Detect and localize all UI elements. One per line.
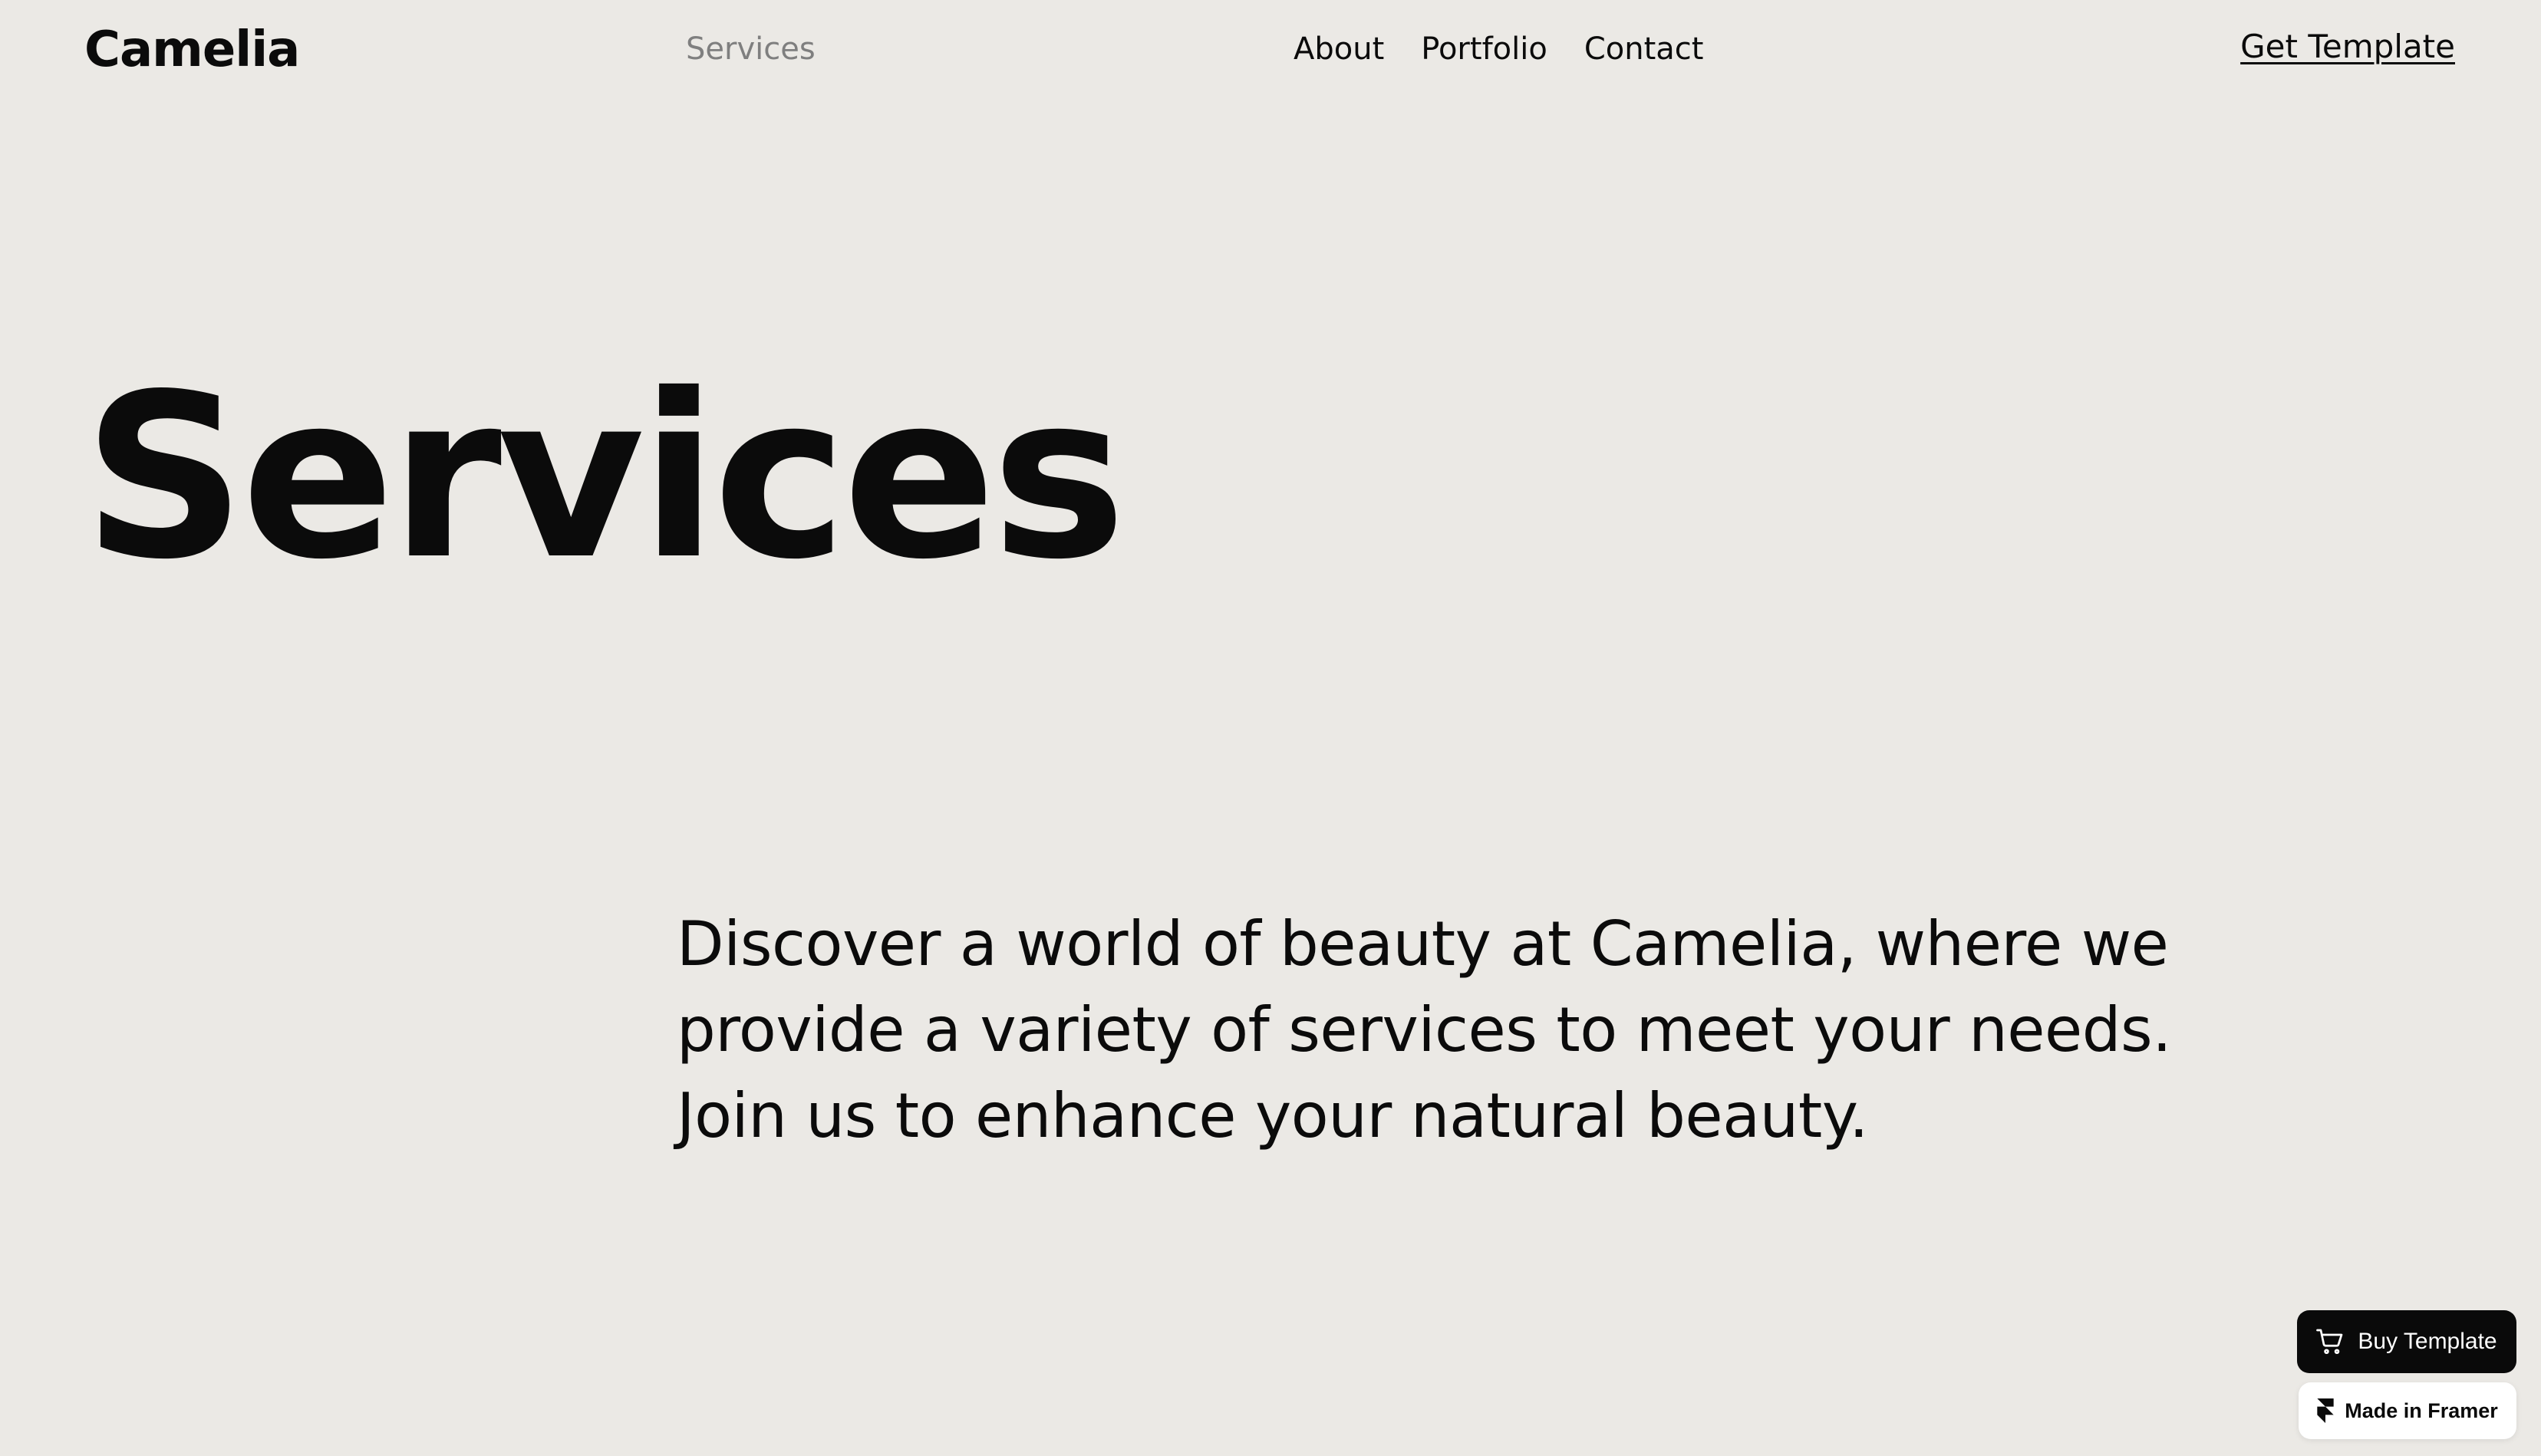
page: Camelia Services About Portfolio Contact… (0, 0, 2541, 1456)
made-in-framer-label: Made in Framer (2345, 1398, 2498, 1422)
nav-item-services[interactable]: Services (686, 31, 816, 68)
intro-paragraph: Discover a world of beauty at Camelia, w… (677, 908, 2172, 1151)
made-in-framer-badge[interactable]: Made in Framer (2299, 1382, 2516, 1439)
main-nav: About Portfolio Contact (1294, 31, 1703, 68)
nav-item-contact[interactable]: Contact (1584, 31, 1704, 68)
page-title: Services (83, 345, 1126, 609)
nav-item-about[interactable]: About (1294, 31, 1384, 68)
buy-template-button[interactable]: Buy Template (2297, 1310, 2516, 1373)
framer-logo-icon (2317, 1398, 2334, 1423)
site-logo[interactable]: Camelia (84, 23, 300, 77)
get-template-link[interactable]: Get Template (2240, 28, 2455, 66)
cart-icon (2316, 1329, 2344, 1355)
buy-template-label: Buy Template (2358, 1329, 2497, 1354)
nav-item-portfolio[interactable]: Portfolio (1421, 31, 1547, 68)
